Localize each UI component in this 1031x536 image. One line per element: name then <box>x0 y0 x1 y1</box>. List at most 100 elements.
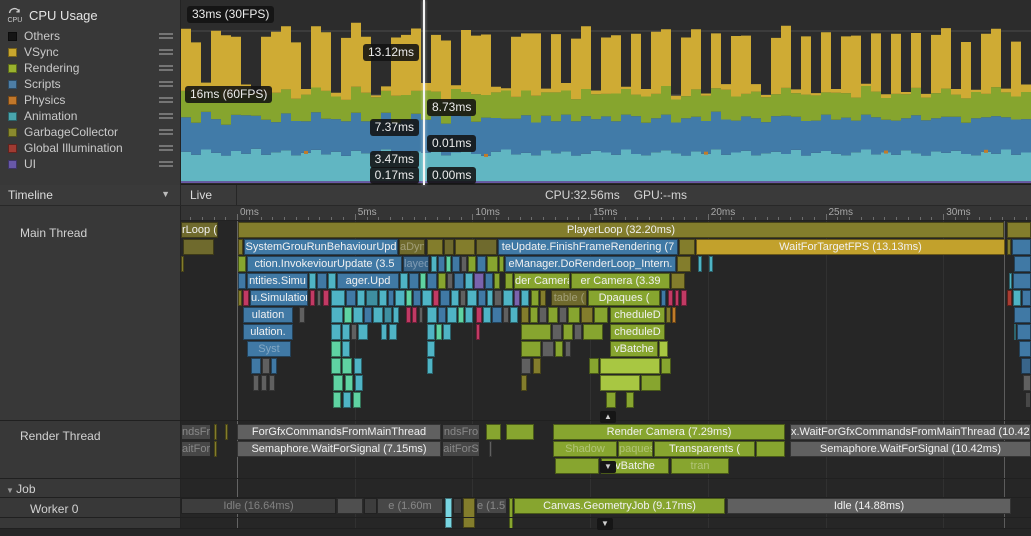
flame-segment[interactable] <box>261 375 267 391</box>
legend-item-animation[interactable]: Animation <box>0 108 181 124</box>
flame-segment[interactable] <box>600 358 660 374</box>
legend-item-global-illumination[interactable]: Global Illumination <box>0 140 181 156</box>
legend-drag-handle-icon[interactable] <box>159 145 173 153</box>
flame-segment[interactable]: cheduleD <box>610 307 665 323</box>
flame-segment[interactable] <box>1023 375 1031 391</box>
job-group-row[interactable]: ▼ Job <box>6 482 36 496</box>
flame-segment[interactable] <box>589 358 599 374</box>
flame-segment[interactable] <box>393 307 399 323</box>
flame-segment[interactable] <box>487 256 498 272</box>
flame-segment[interactable]: cheduleD <box>610 324 665 340</box>
flame-segment[interactable] <box>1007 239 1011 255</box>
flame-segment[interactable] <box>565 341 571 357</box>
flame-segment[interactable] <box>463 498 475 528</box>
flame-segment[interactable] <box>1014 324 1016 340</box>
flame-segment[interactable] <box>533 358 541 374</box>
legend-drag-handle-icon[interactable] <box>159 49 173 57</box>
flame-segment[interactable] <box>600 375 640 391</box>
flame-segment[interactable] <box>310 290 315 306</box>
flame-segment[interactable] <box>253 375 259 391</box>
flame-segment[interactable]: eManager.DoRenderLoop_Intern. <box>505 256 676 272</box>
timeline-ruler[interactable]: 0ms 5ms 10ms 15ms 20ms 25ms 30ms <box>181 206 1031 221</box>
flame-segment[interactable] <box>468 256 476 272</box>
thread-label-render[interactable]: Render Thread <box>20 429 101 443</box>
flame-segment[interactable]: ager.Upd <box>337 273 399 289</box>
flame-segment[interactable] <box>413 290 421 306</box>
flame-segment[interactable] <box>333 392 341 408</box>
flame-segment[interactable] <box>1013 273 1031 289</box>
flame-segment[interactable]: Shadow <box>553 441 617 457</box>
scroll-down-worker-button[interactable]: ▼ <box>597 518 613 530</box>
flame-segment[interactable] <box>521 290 529 306</box>
flame-segment[interactable] <box>465 273 473 289</box>
flame-segment[interactable] <box>438 307 446 323</box>
flame-segment[interactable] <box>521 341 541 357</box>
flame-segment[interactable] <box>1007 290 1012 306</box>
flame-segment[interactable]: aitFor <box>181 441 211 457</box>
flame-segment[interactable] <box>238 273 246 289</box>
flame-segment[interactable] <box>477 256 486 272</box>
flame-segment[interactable] <box>427 358 433 374</box>
flame-segment[interactable] <box>641 375 661 391</box>
flame-segment[interactable] <box>342 324 350 340</box>
flame-segment[interactable] <box>438 256 445 272</box>
flame-segment[interactable]: ndsFro <box>442 424 480 440</box>
flame-segment[interactable] <box>406 290 412 306</box>
flame-segment[interactable] <box>427 273 437 289</box>
flame-segment[interactable] <box>506 424 534 440</box>
flame-segment[interactable] <box>583 324 603 340</box>
flame-segment[interactable]: ndsFro <box>181 424 211 440</box>
flame-segment[interactable] <box>328 273 336 289</box>
flame-segment[interactable]: der Camera (2 <box>514 273 570 289</box>
flame-segment[interactable]: teUpdate.FinishFrameRendering (7 <box>498 239 678 255</box>
flame-segment[interactable] <box>454 273 464 289</box>
flame-segment[interactable] <box>438 273 446 289</box>
flame-segment[interactable] <box>381 324 387 340</box>
flame-segment[interactable] <box>679 239 695 255</box>
flame-segment[interactable] <box>458 307 464 323</box>
flame-segment[interactable] <box>563 324 573 340</box>
flame-segment[interactable] <box>666 307 671 323</box>
flame-segment[interactable] <box>1014 256 1031 272</box>
flame-segment[interactable] <box>444 239 454 255</box>
flame-segment[interactable]: layed <box>403 256 429 272</box>
flame-segment[interactable] <box>436 324 442 340</box>
thread-label-worker0[interactable]: Worker 0 <box>30 502 78 516</box>
flame-segment[interactable] <box>364 498 377 514</box>
flame-segment[interactable]: Canvas.GeometryJob (9.17ms) <box>514 498 725 514</box>
flame-segment[interactable] <box>476 239 497 255</box>
flame-segment[interactable] <box>486 424 501 440</box>
flame-segment[interactable]: x.WaitForGfxCommandsFromMainThread (10.4… <box>790 424 1031 440</box>
flame-segment[interactable]: Semaphore.WaitForSignal (10.42ms) <box>790 441 1031 457</box>
flame-segment[interactable] <box>427 341 435 357</box>
flame-segment[interactable] <box>427 307 437 323</box>
flame-segment[interactable]: e (1.60m <box>377 498 443 514</box>
flame-segment[interactable] <box>389 324 397 340</box>
flame-segment[interactable] <box>412 307 417 323</box>
flame-segment[interactable] <box>521 358 531 374</box>
flame-segment[interactable] <box>503 307 509 323</box>
flame-segment[interactable] <box>317 290 321 306</box>
flame-segment[interactable] <box>354 358 362 374</box>
flame-segment[interactable] <box>243 290 249 306</box>
flame-segment[interactable] <box>1009 273 1012 289</box>
flame-segment[interactable] <box>346 290 356 306</box>
flame-segment[interactable] <box>659 341 668 357</box>
flame-segment[interactable] <box>214 424 217 440</box>
flame-segment[interactable] <box>419 307 423 323</box>
timeline-flame-graph[interactable]: 0ms 5ms 10ms 15ms 20ms 25ms 30ms rLoop (33.0 Pl… <box>181 206 1031 536</box>
legend-item-others[interactable]: Others <box>0 28 181 44</box>
flame-segment[interactable]: ulation <box>243 307 293 323</box>
flame-segment[interactable] <box>681 290 687 306</box>
flame-segment[interactable]: SystemGrouRunBehaviourUpd <box>244 239 398 255</box>
flame-segment[interactable]: ulation. <box>243 324 293 340</box>
flame-segment[interactable] <box>492 307 502 323</box>
flame-segment[interactable] <box>540 290 546 306</box>
flame-segment[interactable]: u.Simulation <box>250 290 308 306</box>
flame-segment[interactable] <box>661 358 671 374</box>
flame-segment[interactable] <box>476 324 480 340</box>
flame-segment[interactable] <box>542 341 554 357</box>
flame-segment[interactable] <box>271 358 277 374</box>
flame-segment[interactable] <box>342 341 350 357</box>
flame-segment[interactable] <box>1017 324 1031 340</box>
